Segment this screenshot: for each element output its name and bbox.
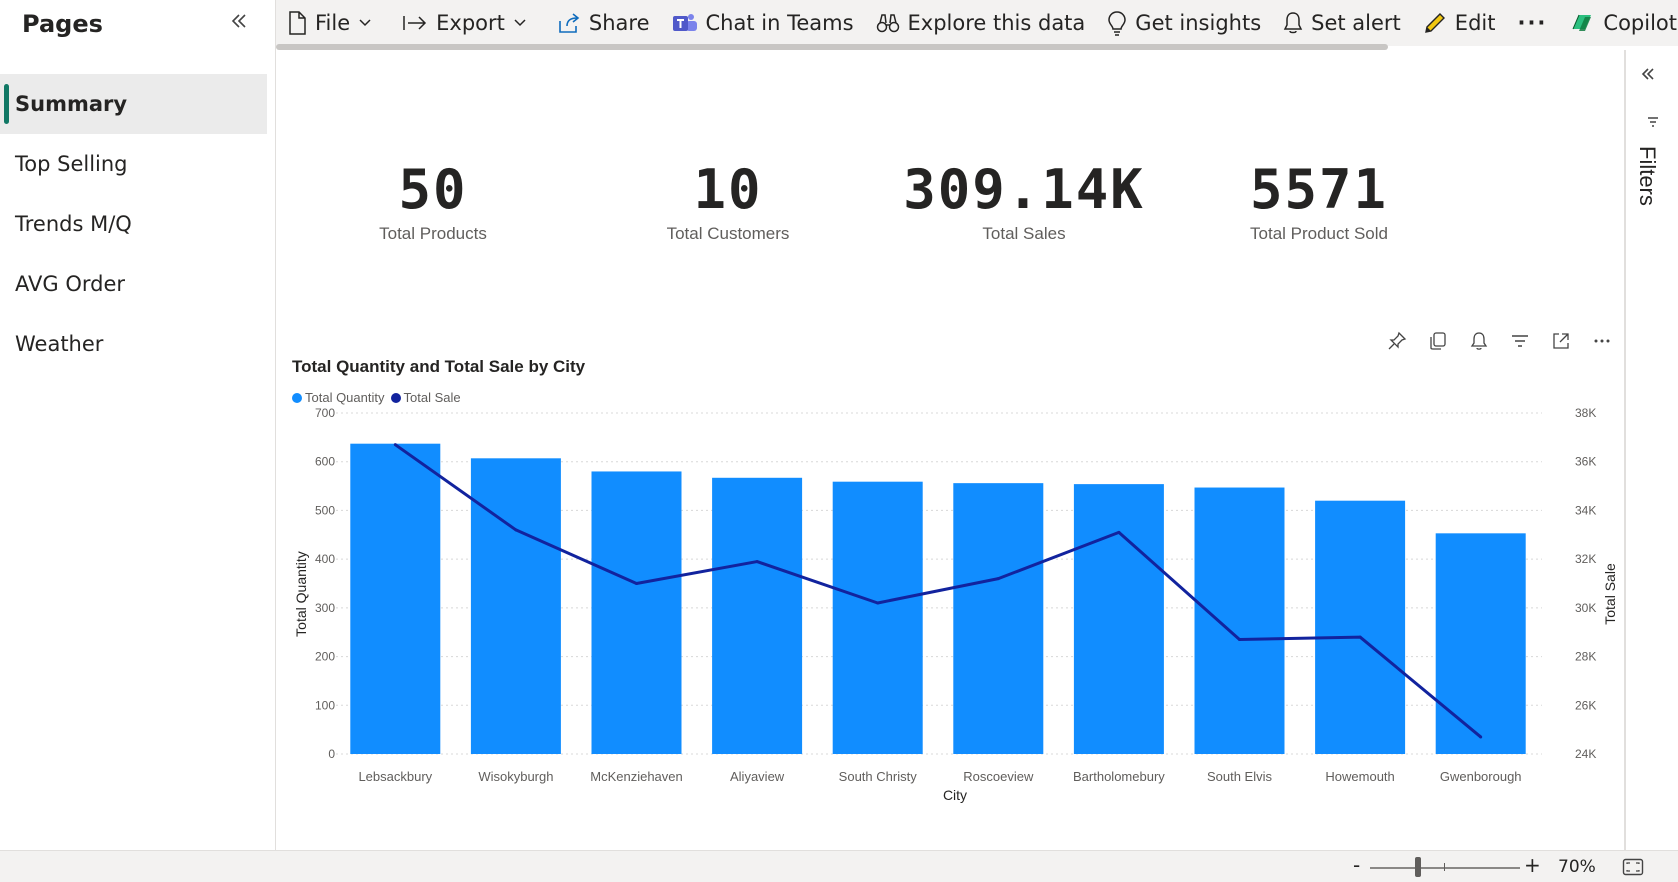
explore-data-button[interactable]: Explore this data: [865, 0, 1097, 46]
collapse-pages-button[interactable]: [224, 6, 254, 36]
legend-marker: [292, 392, 302, 403]
filters-pane: Filters: [1624, 50, 1678, 850]
kpi-label: Total Customers: [666, 224, 790, 243]
lightbulb-icon: [1108, 11, 1127, 36]
legend-item-total-sale[interactable]: Total Sale: [390, 390, 461, 405]
kpi-card-total-products[interactable]: 50 Total Products: [283, 160, 583, 244]
page-item-label: Trends M/Q: [15, 212, 132, 236]
kpi-card-total-product-sold[interactable]: 5571 Total Product Sold: [1169, 160, 1469, 244]
visual-more-options-button[interactable]: [1587, 326, 1616, 355]
kpi-label: Total Products: [379, 224, 487, 243]
chevron-down-icon: [359, 19, 371, 27]
page-item-label: AVG Order: [15, 272, 126, 296]
page-item-weather[interactable]: Weather: [0, 314, 267, 374]
alert-label: Set alert: [1311, 11, 1401, 35]
kpi-value: 10: [693, 158, 763, 221]
kpi-value: 309.14K: [903, 158, 1145, 221]
more-options-icon: ···: [1517, 11, 1548, 35]
page-item-avg-order[interactable]: AVG Order: [0, 254, 267, 314]
set-alert-button[interactable]: Set alert: [1272, 0, 1412, 46]
chat-in-teams-button[interactable]: Chat in Teams: [661, 0, 865, 46]
bell-icon: [1470, 331, 1487, 350]
focus-mode-button[interactable]: [1546, 326, 1575, 355]
fit-to-page-icon: [1622, 858, 1644, 876]
kpi-label: Total Product Sold: [1250, 224, 1388, 243]
get-insights-button[interactable]: Get insights: [1096, 0, 1272, 46]
fit-to-page-button[interactable]: [1622, 858, 1644, 880]
legend-marker: [390, 392, 401, 403]
chart-legend: Total Quantity Total Sale: [292, 390, 467, 405]
bell-icon: [1283, 12, 1303, 34]
chart-title: Total Quantity and Total Sale by City: [292, 357, 586, 376]
zoom-level[interactable]: 70%: [1558, 857, 1596, 877]
pin-icon: [1388, 331, 1406, 349]
kpi-label: Total Sales: [982, 224, 1066, 243]
file-label: File: [315, 11, 351, 35]
visual-header: [1382, 326, 1616, 355]
binoculars-icon: [876, 14, 899, 33]
share-label: Share: [588, 11, 650, 35]
expand-filters-button[interactable]: [1640, 66, 1656, 87]
page-item-label: Top Selling: [15, 152, 128, 176]
copy-icon: [1429, 331, 1446, 350]
toolbar: File Export Share Chat in Teams Explore …: [276, 0, 1678, 46]
visual-filter-button[interactable]: [1505, 326, 1534, 355]
copilot-icon: [1572, 14, 1592, 31]
file-menu-button[interactable]: File: [276, 0, 391, 46]
more-options-button[interactable]: ···: [1506, 0, 1558, 46]
pages-title: Pages: [22, 10, 103, 38]
filter-lines-icon: [1511, 334, 1528, 347]
export-label: Export: [436, 11, 505, 35]
page-item-top-selling[interactable]: Top Selling: [0, 134, 267, 194]
zoom-in-button[interactable]: +: [1524, 853, 1541, 877]
file-icon: [289, 11, 306, 35]
explore-label: Explore this data: [907, 11, 1086, 35]
filter-icon: [1646, 114, 1660, 133]
copilot-label: Copilot: [1603, 11, 1677, 35]
copy-visual-button[interactable]: [1423, 326, 1452, 355]
insights-label: Get insights: [1135, 11, 1262, 35]
legend-label: Total Quantity: [305, 390, 385, 405]
copilot-button[interactable]: Copilot: [1558, 0, 1678, 46]
kpi-value: 5571: [1249, 158, 1389, 221]
export-arrow-icon: [403, 16, 427, 30]
status-bar: - + 70%: [0, 850, 1678, 882]
pin-visual-button[interactable]: [1382, 326, 1411, 355]
zoom-slider-tick: [1444, 863, 1445, 871]
pages-pane: Pages Summary Top Selling Trends M/Q AVG…: [0, 0, 276, 850]
chevron-down-icon: [514, 19, 526, 27]
kpi-value: 50: [398, 158, 468, 221]
page-item-summary[interactable]: Summary: [0, 74, 267, 134]
expand-icon: [1552, 332, 1569, 349]
kpi-card-total-sales[interactable]: 309.14K Total Sales: [874, 160, 1174, 244]
edit-button[interactable]: Edit: [1412, 0, 1507, 46]
kpi-card-total-customers[interactable]: 10 Total Customers: [578, 160, 878, 244]
edit-label: Edit: [1454, 11, 1496, 35]
filters-label[interactable]: Filters: [1634, 146, 1660, 206]
legend-item-total-quantity[interactable]: Total Quantity: [292, 390, 385, 405]
double-chevron-left-icon: [1641, 68, 1654, 80]
page-item-trends[interactable]: Trends M/Q: [0, 194, 267, 254]
share-icon: [559, 13, 580, 33]
zoom-out-button[interactable]: -: [1353, 853, 1360, 877]
chat-label: Chat in Teams: [705, 11, 854, 35]
visual-alert-button[interactable]: [1464, 326, 1493, 355]
teams-icon: [672, 14, 697, 31]
pencil-icon: [1424, 13, 1445, 33]
double-chevron-left-icon: [231, 14, 246, 28]
legend-label: Total Sale: [403, 390, 461, 405]
zoom-slider-thumb[interactable]: [1415, 857, 1421, 877]
export-menu-button[interactable]: Export: [391, 0, 546, 46]
zoom-slider-track[interactable]: [1370, 867, 1520, 869]
page-item-label: Summary: [15, 92, 128, 116]
page-item-label: Weather: [15, 332, 104, 356]
share-button[interactable]: Share: [546, 0, 661, 46]
more-options-icon: [1594, 339, 1609, 342]
